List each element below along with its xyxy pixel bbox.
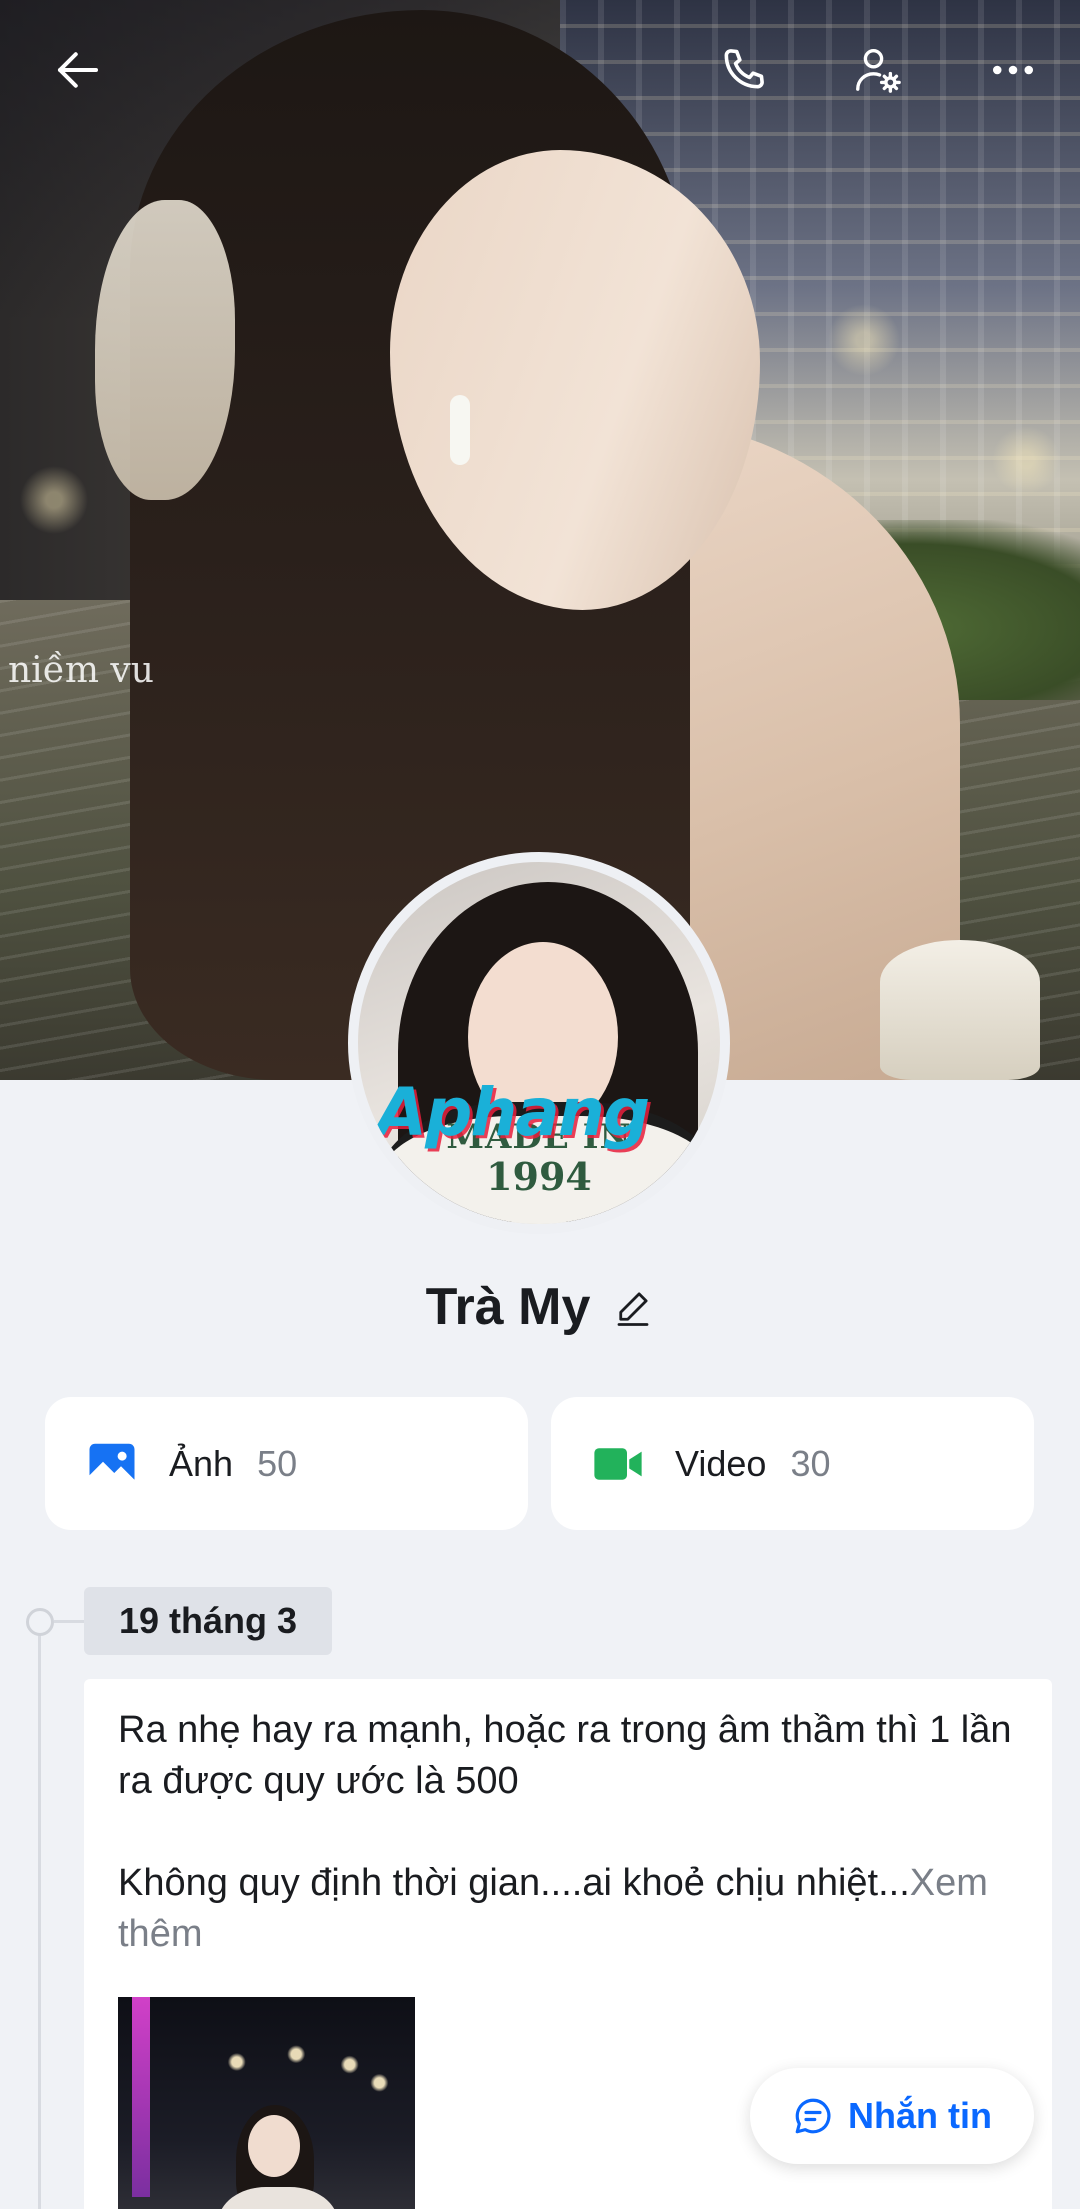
- profile-name: Trà My: [425, 1278, 591, 1336]
- arrow-left-icon: [57, 52, 99, 88]
- photos-label: Ảnh: [169, 1442, 234, 1484]
- message-button[interactable]: Nhắn tin: [750, 2068, 1034, 2164]
- top-bar: [0, 0, 1080, 140]
- edit-pencil-icon[interactable]: [612, 1286, 654, 1328]
- timeline-connector: [54, 1620, 84, 1623]
- timeline-date: 19 tháng 3: [84, 1587, 333, 1655]
- videos-card[interactable]: Video 30: [551, 1397, 1034, 1530]
- post-paragraph-2-text: Không quy định thời gian....ai khoẻ chịu…: [118, 1862, 910, 1904]
- message-button-label: Nhắn tin: [848, 2095, 992, 2136]
- photos-card[interactable]: Ảnh 50: [45, 1397, 528, 1530]
- chat-bubble-icon: [795, 2098, 831, 2134]
- phone-icon: [724, 49, 764, 89]
- profile-settings-button[interactable]: [838, 30, 918, 110]
- profile-screen: niềm vu MADE IN 1994 Aphang Trà My Ảnh 5…: [0, 0, 1080, 2209]
- post-paragraph-1: Ra nhẹ hay ra mạnh, hoặc ra trong âm thầ…: [118, 1709, 1012, 1802]
- timeline-dot: [26, 1608, 54, 1636]
- videos-label: Video: [675, 1442, 767, 1484]
- photos-count: 50: [257, 1442, 298, 1484]
- profile-name-row: Trà My: [0, 1272, 1080, 1342]
- cover-overlay-text: niềm vu: [8, 650, 154, 691]
- videos-count: 30: [790, 1442, 831, 1484]
- user-settings-icon: [856, 48, 901, 93]
- back-button[interactable]: [38, 30, 118, 110]
- video-camera-icon: [594, 1447, 642, 1480]
- avatar[interactable]: MADE IN 1994 Aphang: [348, 852, 730, 1234]
- post-text: Ra nhẹ hay ra mạnh, hoặc ra trong âm thầ…: [118, 1705, 1028, 1960]
- post-paragraph-2: Không quy định thời gian....ai khoẻ chịu…: [118, 1858, 1028, 1960]
- call-button[interactable]: [703, 30, 783, 110]
- post-photo[interactable]: [118, 1997, 415, 2209]
- more-horizontal-icon: [992, 65, 1034, 75]
- avatar-shirt-text-line2: 1994: [486, 1154, 592, 1199]
- timeline-line: [38, 1622, 41, 2209]
- image-icon: [89, 1443, 135, 1486]
- more-button[interactable]: [973, 30, 1053, 110]
- avatar-watermark: Aphang: [376, 1074, 650, 1151]
